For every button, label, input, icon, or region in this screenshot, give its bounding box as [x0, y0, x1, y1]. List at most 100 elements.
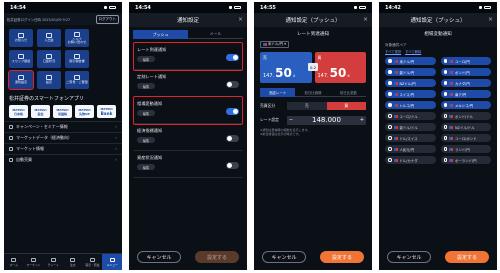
app-link-icon[interactable]: MATSUI Bank	[97, 105, 116, 118]
menu-list-item[interactable]: キャンペーン・セミナー情報 ›	[4, 121, 122, 132]
menu-tile[interactable]: 取引報告書	[65, 50, 89, 68]
tab-prev-day-change[interactable]: 前日比変動	[330, 88, 366, 97]
close-icon[interactable]: ×	[488, 16, 493, 23]
tab-2[interactable]: チャート	[43, 254, 63, 270]
edit-button[interactable]: 編集	[137, 83, 155, 89]
currency-pair-chip[interactable]: 米ドル/円	[385, 57, 436, 65]
currency-pair-chip[interactable]: ランド/円	[440, 145, 491, 153]
status-time: 14:42	[385, 4, 401, 11]
currency-pair-chip[interactable]: 豪ドル/ドル	[385, 123, 436, 131]
notification-setting-row: 相場変動通知 編集	[133, 96, 243, 125]
notification-setting-row: 経済指標通知 編集	[134, 124, 242, 151]
menu-list-item[interactable]: マーケットデータ（経済動向） ›	[4, 132, 122, 143]
menu-tile[interactable]: 入出金	[37, 29, 61, 47]
logout-button[interactable]: ログアウト	[95, 14, 119, 24]
cancel-button[interactable]: キャンセル	[387, 251, 431, 263]
currency-pair-chip[interactable]: ドル/スイス	[385, 134, 436, 142]
currency-pair-chip[interactable]: ユーロ/ドル	[385, 112, 436, 120]
toggle-switch[interactable]	[226, 81, 239, 88]
app-link-icon[interactable]: MATSUI 日本株	[9, 105, 28, 118]
tab-mail[interactable]: メール	[188, 30, 243, 39]
tab-specified-rate[interactable]: 指定レート	[260, 88, 296, 97]
menu-list-item[interactable]: マーケット情報 ›	[4, 143, 122, 154]
close-icon[interactable]: ×	[363, 16, 368, 23]
currency-pair-chip[interactable]: カナダ/円	[440, 79, 491, 87]
toggle-switch[interactable]	[226, 108, 239, 115]
app-link-icon[interactable]: MATSUI 先物OP	[75, 105, 94, 118]
app-link-icon[interactable]: MATSUI 米国株	[53, 105, 72, 118]
tab-prev-day-price[interactable]: 前日比価格	[295, 88, 331, 97]
signal-battery-icon	[479, 5, 491, 10]
rate-label: レート設定	[260, 117, 279, 122]
menu-tile[interactable]: ご意見・ご要望	[65, 71, 89, 89]
edit-button[interactable]: 編集	[137, 164, 155, 170]
menu-list-item[interactable]: 自動売買 ›	[4, 154, 122, 165]
menu-tile[interactable]: お知らせ	[9, 29, 33, 47]
currency-pair-chip[interactable]: 人民元/円	[385, 145, 436, 153]
flag-icon	[449, 125, 453, 129]
currency-pair-chip[interactable]: ポーランド/円	[440, 156, 491, 164]
menu-tile[interactable]: スワップ振替	[9, 50, 33, 68]
submit-button[interactable]: 設定する	[195, 251, 239, 263]
edit-button[interactable]: 編集	[137, 56, 155, 62]
currency-pair-chip[interactable]: トルコ/円	[385, 101, 436, 109]
status-bar: 14:54	[129, 2, 247, 13]
side-buy-option[interactable]: 買	[326, 102, 366, 110]
tab-label: マーケット	[26, 262, 41, 267]
toggle-switch[interactable]	[226, 162, 239, 169]
currency-pair-chip[interactable]: ポンド/円	[440, 68, 491, 76]
submit-button[interactable]: 設定する	[445, 251, 489, 263]
submit-button[interactable]: 設定する	[320, 251, 364, 263]
edit-button[interactable]: 編集	[137, 110, 155, 116]
tab-4[interactable]: 取引・照会	[83, 254, 103, 270]
tab-3[interactable]: 注文	[63, 254, 83, 270]
edit-button[interactable]: 編集	[137, 137, 155, 143]
currency-pair-chip[interactable]: NZドル/ドル	[440, 123, 491, 131]
close-icon[interactable]: ×	[238, 16, 243, 23]
tab-0[interactable]: ホーム	[4, 254, 24, 270]
app-link-icon[interactable]: MATSUI 投信	[31, 105, 50, 118]
currency-pair-chip[interactable]: メキシコ/円	[440, 101, 491, 109]
menu-item-icon	[9, 158, 13, 162]
tab-push[interactable]: プッシュ	[133, 30, 188, 39]
plus-button[interactable]: +	[358, 117, 366, 123]
modal-footer: キャンセル 設定する	[379, 248, 497, 270]
check-icon	[443, 59, 447, 63]
menu-tile[interactable]: 口座状況	[37, 50, 61, 68]
toggle-switch[interactable]	[226, 135, 239, 142]
check-icon	[443, 114, 447, 118]
toggle-switch[interactable]	[226, 54, 239, 61]
pair-label: トルコ/円	[399, 103, 415, 108]
pair-label: 人民元/円	[399, 147, 415, 152]
deselect-all-link[interactable]: すべて解除	[405, 49, 421, 54]
currency-pair-chip[interactable]: ドル/カナダ	[385, 156, 436, 164]
tab-label: ホーム	[9, 262, 18, 267]
currency-pair-selector[interactable]: 米ドル/円 ▾	[260, 40, 366, 48]
pair-label: NZドル/ドル	[455, 125, 475, 130]
menu-tile[interactable]: 設定	[37, 71, 61, 89]
status-bar: 14:54	[4, 2, 122, 13]
minus-button[interactable]: −	[287, 117, 295, 123]
side-sell-option[interactable]: 売	[287, 102, 327, 110]
app-name-text: 米国株	[57, 111, 67, 116]
currency-pair-chip[interactable]: NZドル/円	[385, 79, 436, 87]
menu-tile-label: ヘルプ お問い合わせ	[67, 36, 87, 44]
currency-pair-chip[interactable]: ユーロ/ポンド	[440, 134, 491, 142]
menu-tile[interactable]: ヘルプ お問い合わせ	[65, 29, 89, 47]
select-all-link[interactable]: すべて選択	[385, 49, 401, 54]
menu-tile[interactable]: 通知設定	[7, 69, 35, 91]
currency-pair-chip[interactable]: ポンド/ドル	[440, 112, 491, 120]
tab-label: 取引・照会	[85, 262, 100, 267]
check-icon	[388, 158, 392, 162]
tab-5[interactable]: メニュー	[102, 254, 122, 270]
currency-pair-chip[interactable]: 南ア/円	[440, 90, 491, 98]
currency-pair-chip[interactable]: ユーロ/円	[440, 57, 491, 65]
tab-1[interactable]: マーケット	[24, 254, 44, 270]
currency-pair-chip[interactable]: スイス/円	[385, 90, 436, 98]
rate-value[interactable]: 148.000	[295, 116, 358, 124]
cancel-button[interactable]: キャンセル	[137, 251, 181, 263]
currency-pair-chip[interactable]: 豪ドル/円	[385, 68, 436, 76]
flag-icon	[449, 81, 453, 85]
cancel-button[interactable]: キャンセル	[262, 251, 306, 263]
pair-dropdown[interactable]: 米ドル/円 ▾	[260, 40, 289, 48]
